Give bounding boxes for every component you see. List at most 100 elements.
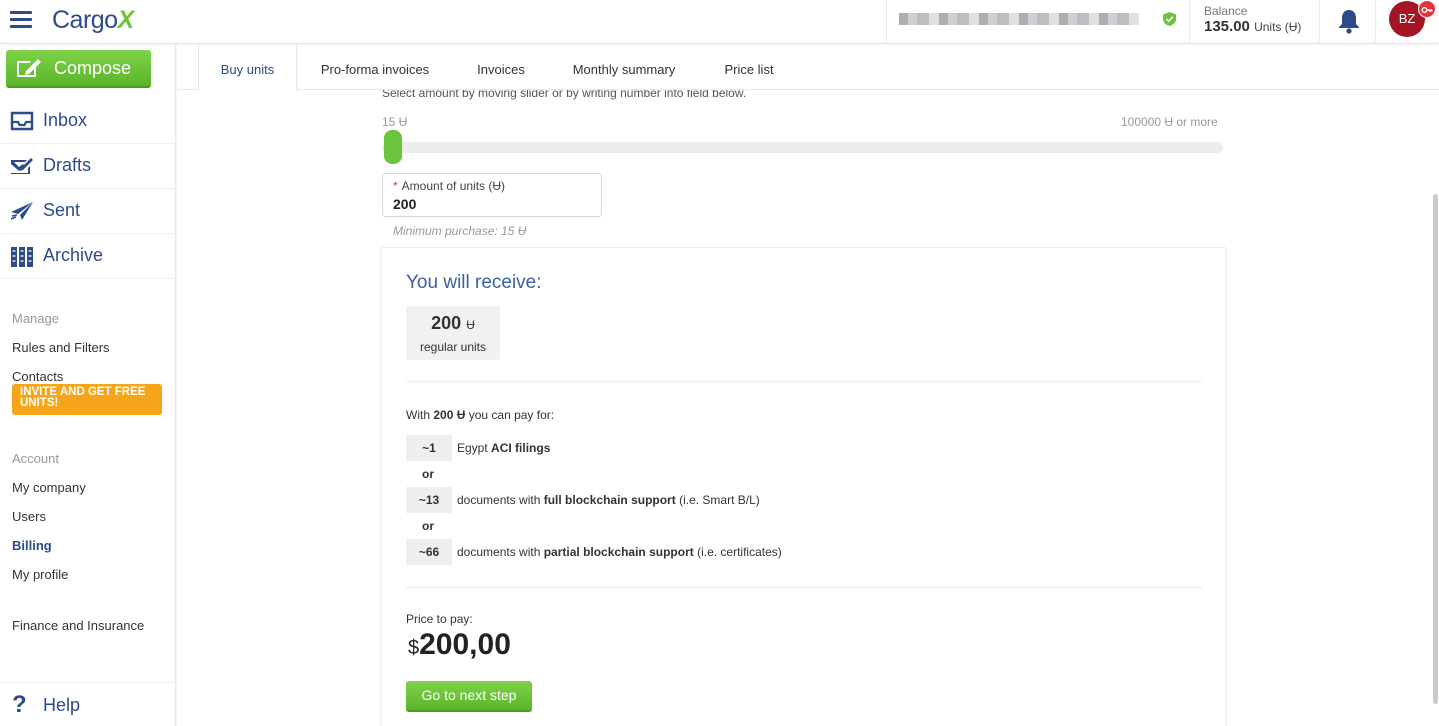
sidebar: Compose Inbox Drafts Sent Archive Manage… — [0, 44, 176, 726]
account-section-label: Account — [12, 451, 59, 466]
pay-item-prefix: Egypt — [457, 441, 492, 455]
billing-tabs: Buy units Pro-forma invoices Invoices Mo… — [177, 44, 1439, 91]
sidebar-item-archive[interactable]: Archive — [0, 234, 176, 279]
inbox-icon — [10, 111, 34, 131]
pay-item-bold: ACI filings — [491, 441, 551, 455]
pay-for-text: With 200 Ʉ you can pay for: — [406, 408, 554, 422]
main-content: Buy units Pro-forma invoices Invoices Mo… — [177, 44, 1439, 726]
sidebar-item-drafts[interactable]: Drafts — [0, 144, 176, 189]
pay-for-amount-value: 200 — [433, 408, 454, 422]
balance-widget[interactable]: Balance 135.00 Units (Ʉ) — [1189, 0, 1319, 44]
drafts-icon — [10, 156, 34, 176]
logo-accent: X — [117, 6, 135, 34]
divider — [406, 587, 1202, 588]
account-selector[interactable] — [886, 0, 1188, 44]
compose-button[interactable]: Compose — [6, 50, 151, 88]
tab-buy-units[interactable]: Buy units — [198, 44, 297, 91]
balance-value: 135.00 Units (Ʉ) — [1204, 18, 1301, 35]
manage-section-label: Manage — [12, 311, 59, 326]
units-summary-box: 200 Ʉ regular units — [406, 306, 500, 360]
help-link[interactable]: ? Help — [0, 682, 176, 726]
sidebar-link-contacts[interactable]: Contacts — [12, 369, 63, 384]
pay-item-description: documents with full blockchain support (… — [457, 493, 760, 507]
sidebar-link-finance[interactable]: Finance and Insurance — [12, 618, 144, 633]
bell-icon — [1337, 8, 1361, 34]
sidebar-link-users[interactable]: Users — [12, 509, 46, 524]
slider-max-label: 100000 Ʉ or more — [1121, 115, 1218, 129]
sidebar-link-billing[interactable]: Billing — [12, 538, 52, 553]
sidebar-item-sent[interactable]: Sent — [0, 189, 176, 234]
pay-item-prefix: documents with — [457, 545, 544, 559]
pay-item-bold: full blockchain support — [543, 493, 676, 507]
units-symbol: Ʉ — [466, 318, 475, 332]
receive-title: You will receive: — [406, 272, 542, 293]
pay-item-suffix: (i.e. certificates) — [693, 545, 782, 559]
sidebar-item-label: Inbox — [43, 110, 88, 130]
tab-price-list[interactable]: Price list — [713, 44, 785, 90]
pay-for-symbol: Ʉ — [453, 408, 466, 422]
archive-icon — [10, 246, 34, 267]
pay-for-prefix: With — [406, 408, 434, 422]
units-slider[interactable] — [382, 142, 1223, 153]
price-currency: $ — [408, 637, 420, 659]
minimum-purchase-note: Minimum purchase: 15 Ʉ — [393, 224, 527, 238]
top-bar: CargoX Balance 135.00 Units (Ʉ) BZ — [0, 0, 1439, 44]
sent-icon — [10, 201, 34, 221]
pay-item-description: documents with partial blockchain suppor… — [457, 545, 782, 559]
or-separator: or — [422, 519, 434, 533]
logo-text: Cargo — [52, 6, 118, 34]
balance-unit: Units (Ʉ) — [1254, 20, 1302, 34]
help-icon: ? — [12, 691, 27, 718]
qty-badge: ~1 — [406, 435, 452, 461]
sidebar-item-label: Sent — [43, 200, 81, 220]
units-type-label: regular units — [419, 340, 487, 354]
sidebar-link-my-profile[interactable]: My profile — [12, 567, 68, 582]
pay-for-suffix: you can pay for: — [465, 408, 555, 422]
help-label: Help — [43, 695, 81, 715]
pay-item-suffix: (i.e. Smart B/L) — [675, 493, 760, 507]
units-number-value: 200 — [431, 313, 462, 333]
price-to-pay: $200,00 — [408, 628, 511, 662]
blurred-account-name — [899, 13, 1139, 25]
tab-monthly-summary[interactable]: Monthly summary — [561, 44, 687, 90]
logo[interactable]: CargoX — [52, 6, 134, 35]
pay-item-bold: partial blockchain support — [543, 545, 694, 559]
verified-shield-icon — [1163, 12, 1176, 26]
tab-invoices[interactable]: Invoices — [465, 44, 537, 90]
slider-handle[interactable] — [384, 130, 402, 164]
amount-label-text: Amount of units (Ʉ) — [401, 179, 506, 193]
qty-badge: ~13 — [406, 487, 452, 513]
required-marker: * — [393, 179, 398, 193]
amount-label: * Amount of units (Ʉ) — [393, 179, 505, 193]
pay-for-amount: 200 Ʉ — [433, 408, 465, 422]
scrollbar[interactable] — [1433, 194, 1438, 704]
slider-min-label: 15 Ʉ — [382, 115, 408, 129]
qty-badge: ~66 — [406, 539, 452, 565]
sidebar-item-label: Archive — [43, 245, 104, 265]
sidebar-link-my-company[interactable]: My company — [12, 480, 86, 495]
balance-amount: 135.00 — [1204, 18, 1250, 35]
pay-item-prefix: documents with — [457, 493, 544, 507]
or-separator: or — [422, 467, 434, 481]
price-label: Price to pay: — [406, 612, 473, 626]
amount-input[interactable] — [393, 195, 593, 213]
menu-icon[interactable] — [10, 11, 32, 29]
sidebar-link-rules[interactable]: Rules and Filters — [12, 340, 110, 355]
balance-label: Balance — [1204, 4, 1248, 18]
divider — [406, 381, 1202, 382]
key-icon — [1418, 0, 1436, 18]
units-number: 200 Ʉ — [406, 313, 500, 334]
receive-summary-card: You will receive: 200 Ʉ regular units Wi… — [381, 247, 1226, 726]
compose-icon — [16, 58, 42, 78]
tab-pro-forma-invoices[interactable]: Pro-forma invoices — [309, 44, 441, 90]
next-step-button[interactable]: Go to next step — [406, 681, 532, 712]
sidebar-item-inbox[interactable]: Inbox — [0, 99, 176, 144]
user-menu[interactable]: BZ — [1375, 0, 1439, 44]
notifications-button[interactable] — [1319, 0, 1375, 44]
sidebar-item-label: Drafts — [43, 155, 92, 175]
pay-item-description: Egypt ACI filings — [457, 441, 550, 455]
price-value: 200,00 — [419, 628, 511, 661]
compose-label: Compose — [54, 58, 132, 78]
amount-field[interactable]: * Amount of units (Ʉ) — [382, 173, 602, 217]
invite-button[interactable]: INVITE AND GET FREE UNITS! — [12, 384, 162, 415]
